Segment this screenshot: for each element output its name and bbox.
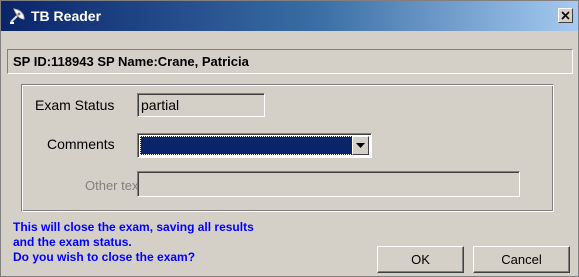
message-line-3: Do you wish to close the exam? — [13, 250, 196, 264]
ok-button[interactable]: OK — [377, 246, 464, 273]
other-text-label: Other text — [85, 178, 143, 193]
cancel-button[interactable]: Cancel — [473, 246, 570, 273]
sp-info-text: SP ID:118943 SP Name:Crane, Patricia — [13, 54, 249, 69]
sp-info-bar: SP ID:118943 SP Name:Crane, Patricia — [7, 49, 573, 74]
close-icon — [561, 11, 570, 20]
chevron-down-icon — [356, 143, 365, 148]
exam-status-label: Exam Status — [35, 97, 115, 113]
exam-status-field: partial — [137, 93, 265, 117]
satellite-dish-icon — [8, 7, 26, 25]
comments-dropdown[interactable] — [137, 133, 372, 158]
title-bar[interactable]: TB Reader — [1, 1, 578, 31]
comments-label: Comments — [47, 136, 115, 152]
comments-selected-value[interactable] — [140, 136, 353, 155]
comments-dropdown-button[interactable] — [352, 136, 369, 155]
message-line-2: and the exam status. — [13, 235, 132, 249]
exam-status-value: partial — [141, 97, 180, 113]
message-line-1: This will close the exam, saving all res… — [13, 220, 254, 234]
window-title: TB Reader — [31, 8, 102, 24]
tb-reader-dialog: TB Reader SP ID:118943 SP Name:Crane, Pa… — [0, 0, 579, 277]
close-exam-message: This will close the exam, saving all res… — [13, 220, 254, 265]
other-text-field[interactable] — [137, 171, 520, 197]
close-button[interactable] — [558, 8, 573, 23]
